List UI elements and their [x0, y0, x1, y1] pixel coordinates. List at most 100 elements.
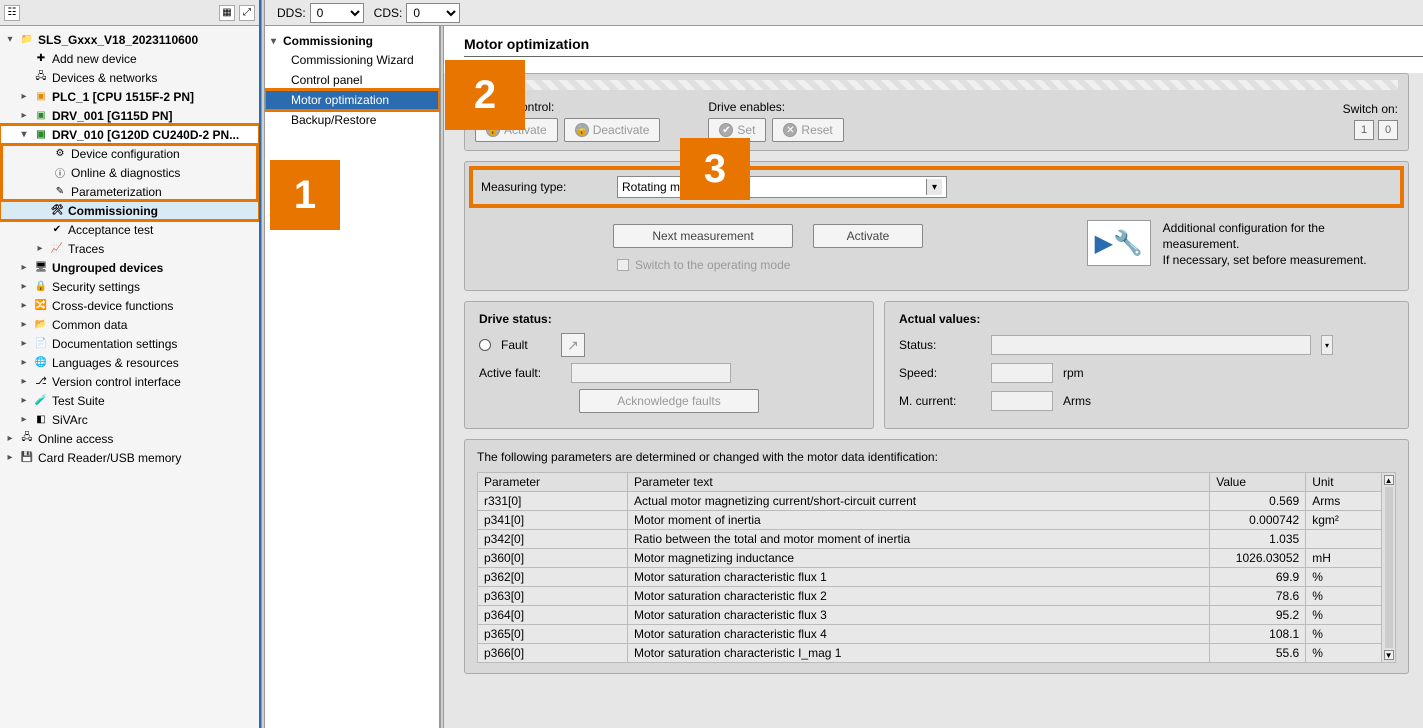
nav-wizard[interactable]: Commissioning Wizard [265, 50, 439, 70]
tree-sivarc[interactable]: ▸◧SiVArc [0, 410, 259, 429]
tree-parameterization[interactable]: ✎Parameterization [0, 182, 259, 201]
tree-cardreader[interactable]: ▸💾Card Reader/USB memory [0, 448, 259, 467]
scroll-down-icon[interactable]: ▼ [1384, 650, 1394, 660]
scroll-up-icon[interactable]: ▲ [1384, 475, 1394, 485]
table-row[interactable]: p363[0]Motor saturation characteristic f… [478, 587, 1382, 606]
tree-crossdev[interactable]: ▸🔀Cross-device functions [0, 296, 259, 315]
cds-label: CDS: [374, 6, 403, 20]
common-icon: 📂 [33, 318, 49, 332]
table-row[interactable]: p364[0]Motor saturation characteristic f… [478, 606, 1382, 625]
table-row[interactable]: p341[0]Motor moment of inertia0.000742kg… [478, 511, 1382, 530]
active-fault-label: Active fault: [479, 366, 561, 380]
rpm-unit: rpm [1063, 366, 1084, 380]
switch-on-1[interactable]: 1 [1354, 120, 1374, 140]
chevron-right-icon[interactable]: ▸ [18, 338, 30, 349]
scroll-thumb[interactable] [1385, 487, 1393, 648]
chevron-right-icon[interactable]: ▸ [18, 319, 30, 330]
chevron-right-icon[interactable]: ▸ [18, 281, 30, 292]
table-row[interactable]: p365[0]Motor saturation characteristic f… [478, 625, 1382, 644]
online-access-icon: 🖧 [19, 432, 35, 446]
acknowledge-faults-button[interactable]: Acknowledge faults [579, 389, 759, 413]
parameter-table[interactable]: Parameter Parameter text Value Unit r331… [477, 472, 1382, 663]
tree-testsuite[interactable]: ▸🧪Test Suite [0, 391, 259, 410]
chevron-right-icon[interactable]: ▸ [18, 110, 30, 121]
tree-online-diag[interactable]: ⓘOnline & diagnostics [0, 163, 259, 182]
measuring-type-select[interactable]: Rotating measurement ▾ [617, 176, 947, 198]
tree-langres[interactable]: ▸🌐Languages & resources [0, 353, 259, 372]
tree-plc1[interactable]: ▸▣PLC_1 [CPU 1515F-2 PN] [0, 87, 259, 106]
tree-common[interactable]: ▸📂Common data [0, 315, 259, 334]
chevron-right-icon[interactable]: ▸ [18, 300, 30, 311]
tree-devices-networks[interactable]: 🖧Devices & networks [0, 68, 259, 87]
fault-radio [479, 339, 491, 351]
switch-on-label: Switch on: [1343, 102, 1398, 116]
table-row[interactable]: p360[0]Motor magnetizing inductance1026.… [478, 549, 1382, 568]
chevron-right-icon[interactable]: ▸ [18, 262, 30, 273]
toolbar-btn-2[interactable]: ⤢ [239, 5, 255, 21]
th-parameter[interactable]: Parameter [478, 473, 628, 492]
th-value[interactable]: Value [1210, 473, 1306, 492]
tree-security[interactable]: ▸🔒Security settings [0, 277, 259, 296]
tree-acceptance[interactable]: ✔Acceptance test [0, 220, 259, 239]
dds-select[interactable]: 0 [310, 3, 364, 23]
dropdown-arrow-icon: ▾ [926, 179, 942, 195]
chevron-down-icon[interactable]: ▾ [4, 34, 16, 45]
plc-icon: ▣ [33, 90, 49, 104]
next-measurement-button[interactable]: Next measurement [613, 224, 793, 248]
fault-arrow-button[interactable]: ↗ [561, 333, 585, 357]
chevron-right-icon[interactable]: ▸ [18, 91, 30, 102]
tree-ungrouped[interactable]: ▸🖥Ungrouped devices [0, 258, 259, 277]
doc-icon: 📄 [33, 337, 49, 351]
tree-docset[interactable]: ▸📄Documentation settings [0, 334, 259, 353]
sivarc-icon: ◧ [33, 413, 49, 427]
table-row[interactable]: p366[0]Motor saturation characteristic I… [478, 644, 1382, 663]
th-unit[interactable]: Unit [1306, 473, 1382, 492]
chevron-down-icon: ▾ [271, 36, 281, 47]
table-row[interactable]: r331[0]Actual motor magnetizing current/… [478, 492, 1382, 511]
switch-on-0[interactable]: 0 [1378, 120, 1398, 140]
page-title: Motor optimization [464, 36, 1423, 57]
activate-measurement-button[interactable]: Activate [813, 224, 923, 248]
callout-2: 2 [445, 60, 525, 130]
traces-icon: 📈 [49, 242, 65, 256]
measuring-type-highlight: Measuring type: Rotating measurement ▾ [469, 166, 1404, 208]
nav-control-panel[interactable]: Control panel [265, 70, 439, 90]
switch-mode-checkbox[interactable]: Switch to the operating mode [617, 258, 1017, 272]
table-row[interactable]: p342[0]Ratio between the total and motor… [478, 530, 1382, 549]
tree-icon-structure[interactable]: ☷ [4, 5, 20, 21]
tree-device-config[interactable]: ⚙Device configuration [0, 144, 259, 163]
measuring-config-panel: Measuring type: Rotating measurement ▾ N… [464, 161, 1409, 291]
tree-drv010[interactable]: ▾▣DRV_010 [G120D CU240D-2 PN... [0, 125, 259, 144]
tree-add-device[interactable]: ✚Add new device [0, 49, 259, 68]
tree-project-root[interactable]: ▾ 📁 SLS_Gxxx_V18_2023110600 [0, 30, 259, 49]
chevron-right-icon[interactable]: ▸ [18, 395, 30, 406]
th-text[interactable]: Parameter text [628, 473, 1210, 492]
speed-field [991, 363, 1053, 383]
chevron-right-icon[interactable]: ▸ [18, 376, 30, 387]
table-scrollbar[interactable]: ▲ ▼ [1382, 472, 1396, 663]
nav-header-commissioning[interactable]: ▾Commissioning [265, 32, 439, 50]
project-tree[interactable]: ▾ 📁 SLS_Gxxx_V18_2023110600 ✚Add new dev… [0, 26, 259, 728]
chevron-down-icon[interactable]: ▾ [18, 129, 30, 140]
check-icon: ✔ [719, 123, 733, 137]
tree-drv001[interactable]: ▸▣DRV_001 [G115D PN] [0, 106, 259, 125]
nav-motor-optimization[interactable]: Motor optimization [265, 90, 439, 110]
tree-vcs[interactable]: ▸⎇Version control interface [0, 372, 259, 391]
nav-backup-restore[interactable]: Backup/Restore [265, 110, 439, 130]
tree-online-access[interactable]: ▸🖧Online access [0, 429, 259, 448]
status-dropdown-arrow[interactable]: ▾ [1321, 335, 1333, 355]
chevron-right-icon[interactable]: ▸ [18, 414, 30, 425]
cds-select[interactable]: 0 [406, 3, 460, 23]
reset-button[interactable]: ✕Reset [772, 118, 843, 142]
chevron-right-icon[interactable]: ▸ [34, 243, 46, 254]
tree-traces[interactable]: ▸📈Traces [0, 239, 259, 258]
arms-unit: Arms [1063, 394, 1091, 408]
toolbar-btn-1[interactable]: ▦ [219, 5, 235, 21]
tree-commissioning[interactable]: 🛠Commissioning [0, 201, 259, 220]
wrench-info-icon[interactable]: ▶🔧 [1087, 220, 1151, 266]
chevron-right-icon[interactable]: ▸ [4, 433, 16, 444]
deactivate-button[interactable]: 🔓Deactivate [564, 118, 661, 142]
table-row[interactable]: p362[0]Motor saturation characteristic f… [478, 568, 1382, 587]
chevron-right-icon[interactable]: ▸ [18, 357, 30, 368]
chevron-right-icon[interactable]: ▸ [4, 452, 16, 463]
